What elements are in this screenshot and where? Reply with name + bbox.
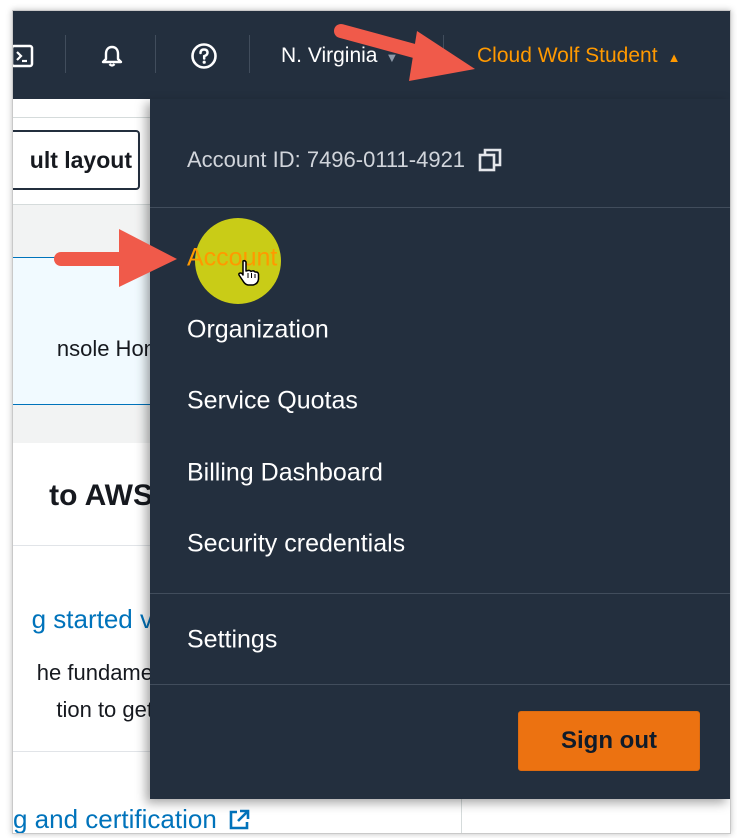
account-dropdown: Account ID: 7496-0111-4921 Account Organ… [150, 99, 730, 799]
menu-divider [150, 684, 730, 685]
hand-cursor-icon [238, 259, 260, 286]
bell-icon[interactable] [97, 41, 127, 71]
annotation-arrow-icon [334, 24, 475, 81]
account-menu-label: Cloud Wolf Student [477, 44, 658, 67]
right-panel [461, 799, 730, 833]
menu-item-service-quotas[interactable]: Service Quotas [187, 387, 358, 416]
getting-started-text: tion to get [56, 697, 153, 722]
caret-up-icon: ▲ [667, 50, 681, 65]
divider [13, 545, 153, 546]
screenshot-frame: N. Virginia ▼ Cloud Wolf Student ▲ ult lay… [12, 10, 731, 834]
account-id: Account ID: 7496-0111-4921 [187, 147, 503, 173]
sign-out-button[interactable]: Sign out [518, 711, 700, 771]
nav-divider [249, 35, 250, 73]
menu-item-security-credentials[interactable]: Security credentials [187, 530, 405, 559]
nav-divider [65, 35, 66, 73]
divider [13, 751, 153, 752]
menu-item-billing-dashboard[interactable]: Billing Dashboard [187, 459, 383, 488]
getting-started-link[interactable]: g started v [32, 604, 153, 635]
training-certification-link[interactable]: g and certification [13, 804, 251, 834]
menu-divider [150, 593, 730, 594]
menu-item-organization[interactable]: Organization [187, 316, 329, 345]
account-id-text: Account ID: 7496-0111-4921 [187, 147, 466, 172]
getting-started-text: he fundame [36, 660, 153, 685]
external-link-icon [227, 808, 251, 832]
training-certification-label: g and certification [13, 804, 217, 834]
account-menu-button[interactable]: Cloud Wolf Student ▲ [477, 44, 680, 68]
menu-divider [150, 207, 730, 208]
widget-clip: to AWS g started v he fundame tion to ge… [13, 99, 153, 833]
annotation-arrow-icon [54, 229, 177, 287]
cloudshell-icon[interactable] [13, 41, 37, 71]
welcome-heading: to AWS [49, 479, 153, 512]
nav-divider [155, 35, 156, 73]
copy-icon[interactable] [477, 147, 503, 173]
menu-item-account[interactable]: Account [187, 244, 277, 273]
menu-item-settings[interactable]: Settings [187, 626, 277, 655]
help-icon[interactable] [189, 41, 219, 71]
